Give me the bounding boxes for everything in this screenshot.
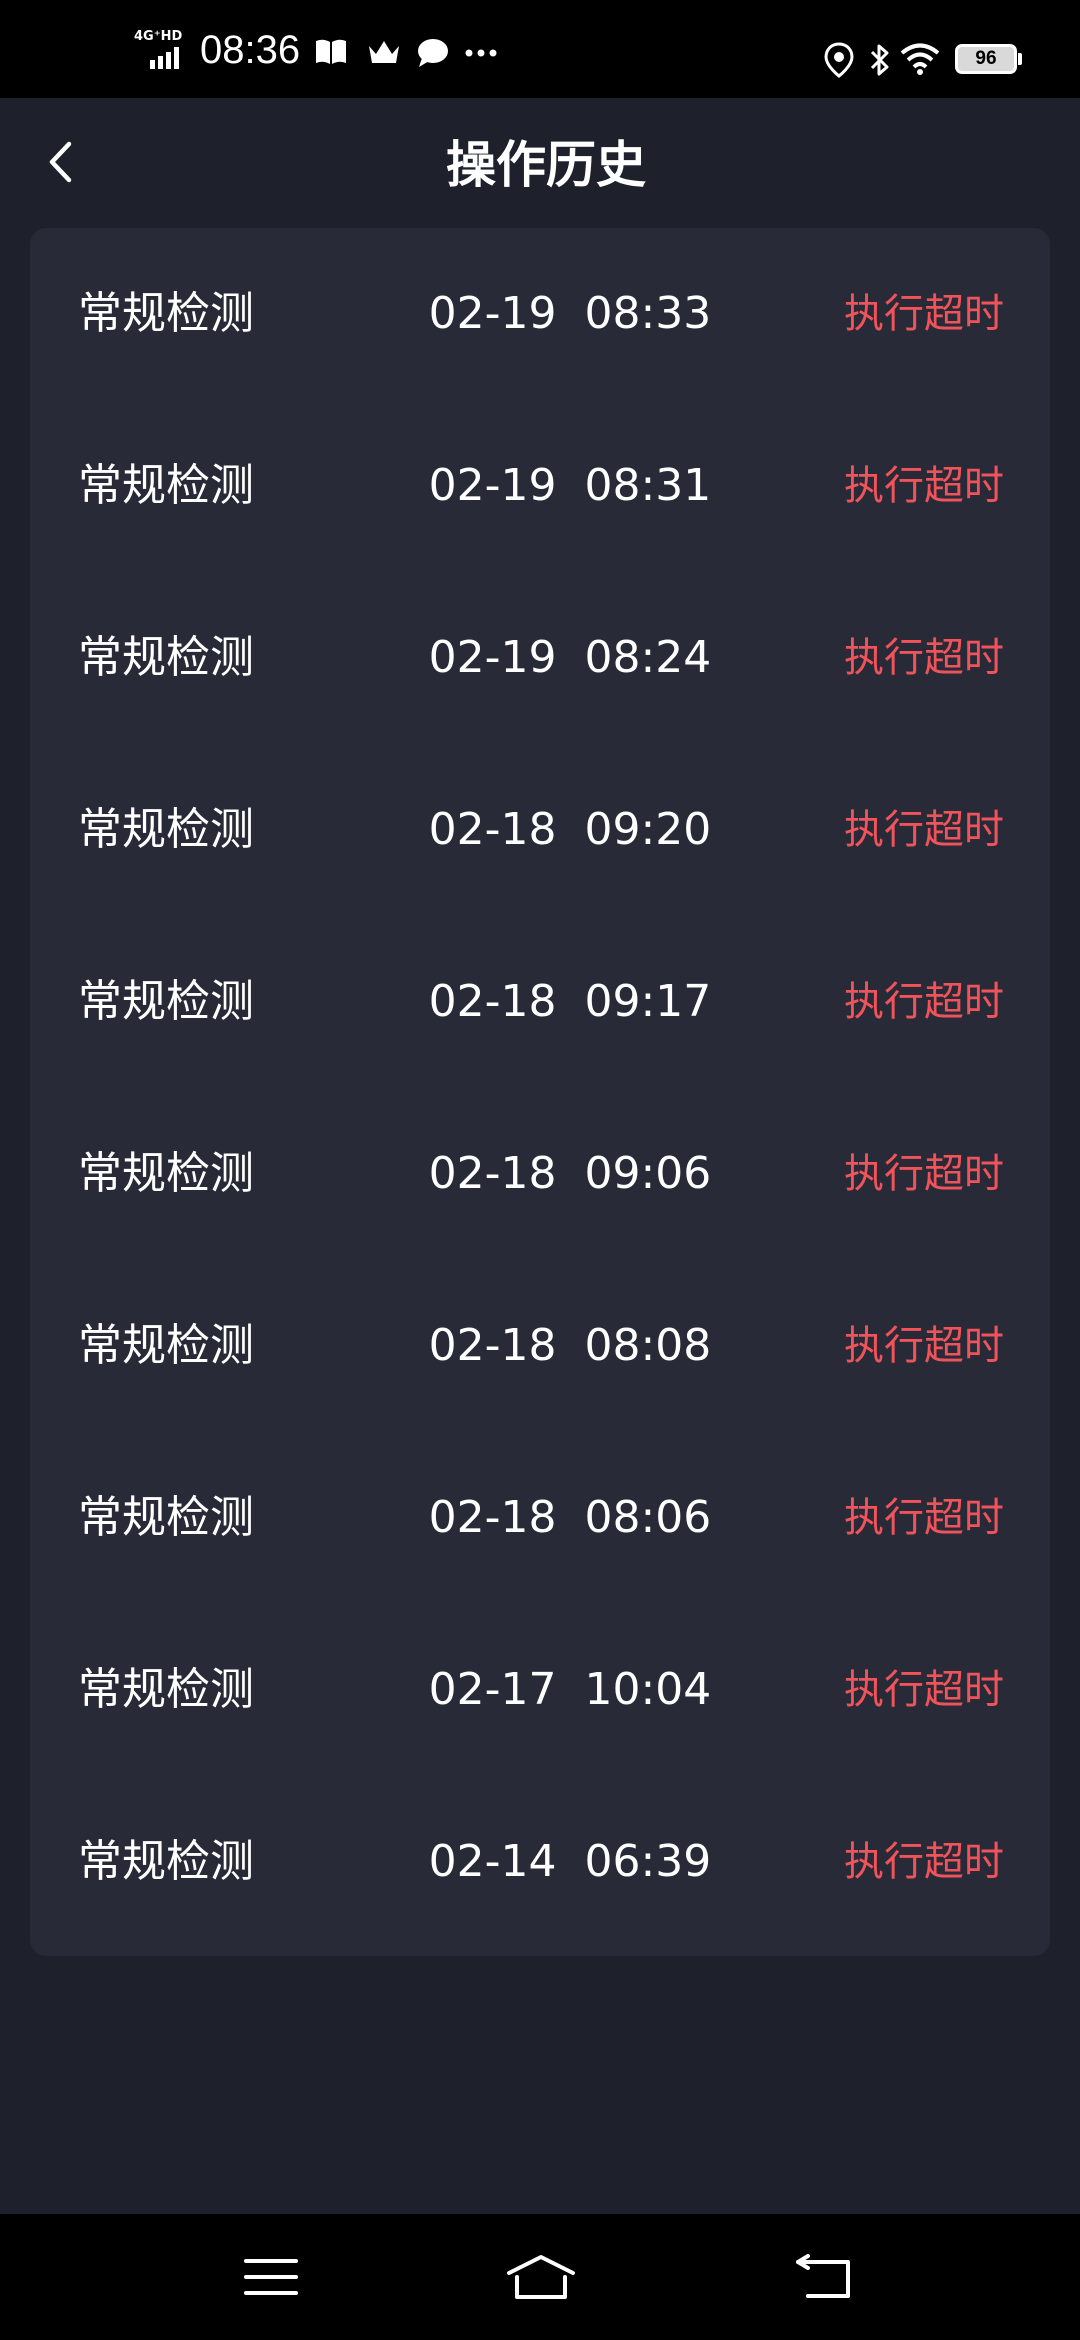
page-title: 操作历史 xyxy=(446,136,646,194)
task-time: 02-19 08:31 xyxy=(428,460,712,511)
task-name: 常规检测 xyxy=(78,1836,254,1887)
task-time: 02-18 08:06 xyxy=(428,1492,712,1543)
signal-icon xyxy=(150,47,179,69)
task-name: 常规检测 xyxy=(78,460,254,511)
battery-tip xyxy=(1018,53,1022,65)
back-nav-button[interactable] xyxy=(773,2242,873,2312)
history-row[interactable]: 常规检测 02-19 08:33 执行超时 xyxy=(30,228,1050,400)
network-type: 4G⁺HD xyxy=(134,29,183,44)
app-screen: 操作历史 常规检测 02-19 08:33 执行超时 常规检测 02-19 08… xyxy=(0,98,1080,2214)
clock: 08:36 xyxy=(200,28,301,72)
task-time: 02-14 06:39 xyxy=(428,1836,712,1887)
system-nav-bar xyxy=(0,2214,1080,2340)
task-name: 常规检测 xyxy=(78,288,254,339)
history-row[interactable]: 常规检测 02-19 08:24 执行超时 xyxy=(30,572,1050,744)
status-bar: 4G⁺HD 08:36 96 xyxy=(0,0,1080,98)
book-icon xyxy=(316,39,346,64)
back-icon xyxy=(796,2254,850,2298)
task-time: 02-18 09:20 xyxy=(428,804,712,855)
task-status: 执行超时 xyxy=(844,635,1004,681)
task-status: 执行超时 xyxy=(844,807,1004,853)
bluetooth-icon xyxy=(870,44,889,76)
history-row[interactable]: 常规检测 02-19 08:31 执行超时 xyxy=(30,400,1050,572)
home-icon xyxy=(507,2255,575,2299)
wifi-icon xyxy=(900,43,940,75)
task-name: 常规检测 xyxy=(78,1664,254,1715)
history-row[interactable]: 常规检测 02-14 06:39 执行超时 xyxy=(30,1776,1050,1948)
task-name: 常规检测 xyxy=(78,976,254,1027)
task-name: 常规检测 xyxy=(78,1492,254,1543)
history-list: 常规检测 02-19 08:33 执行超时 常规检测 02-19 08:31 执… xyxy=(30,228,1050,1956)
task-status: 执行超时 xyxy=(844,463,1004,509)
chevron-left-icon xyxy=(49,141,72,183)
task-status: 执行超时 xyxy=(844,1323,1004,1369)
history-row[interactable]: 常规检测 02-18 08:08 执行超时 xyxy=(30,1260,1050,1432)
task-name: 常规检测 xyxy=(78,1148,254,1199)
history-row[interactable]: 常规检测 02-18 09:17 执行超时 xyxy=(30,916,1050,1088)
battery-level: 96 xyxy=(975,48,997,69)
history-row[interactable]: 常规检测 02-18 08:06 执行超时 xyxy=(30,1432,1050,1604)
task-status: 执行超时 xyxy=(844,1495,1004,1541)
task-name: 常规检测 xyxy=(78,632,254,683)
task-status: 执行超时 xyxy=(844,291,1004,337)
history-row[interactable]: 常规检测 02-18 09:20 执行超时 xyxy=(30,744,1050,916)
task-time: 02-18 09:17 xyxy=(428,976,712,1027)
history-row[interactable]: 常规检测 02-17 10:04 执行超时 xyxy=(30,1604,1050,1776)
task-time: 02-17 10:04 xyxy=(428,1664,712,1715)
menu-icon xyxy=(244,2259,298,2295)
task-name: 常规检测 xyxy=(78,1320,254,1371)
task-time: 02-19 08:33 xyxy=(428,288,712,339)
task-time: 02-18 09:06 xyxy=(428,1148,712,1199)
menu-button[interactable] xyxy=(221,2242,321,2312)
task-status: 执行超时 xyxy=(844,1151,1004,1197)
header: 操作历史 xyxy=(0,98,1080,232)
location-icon xyxy=(824,42,854,78)
task-time: 02-18 08:08 xyxy=(428,1320,712,1371)
history-row[interactable]: 常规检测 02-18 09:06 执行超时 xyxy=(30,1088,1050,1260)
task-name: 常规检测 xyxy=(78,804,254,855)
task-status: 执行超时 xyxy=(844,1667,1004,1713)
crown-icon xyxy=(369,41,399,63)
more-dots-icon xyxy=(465,49,497,57)
task-status: 执行超时 xyxy=(844,1839,1004,1885)
task-time: 02-19 08:24 xyxy=(428,632,712,683)
task-status: 执行超时 xyxy=(844,979,1004,1025)
battery-indicator: 96 xyxy=(955,44,1017,74)
chat-bubble-icon xyxy=(418,39,448,67)
home-button[interactable] xyxy=(491,2242,591,2312)
back-button[interactable] xyxy=(30,132,90,192)
